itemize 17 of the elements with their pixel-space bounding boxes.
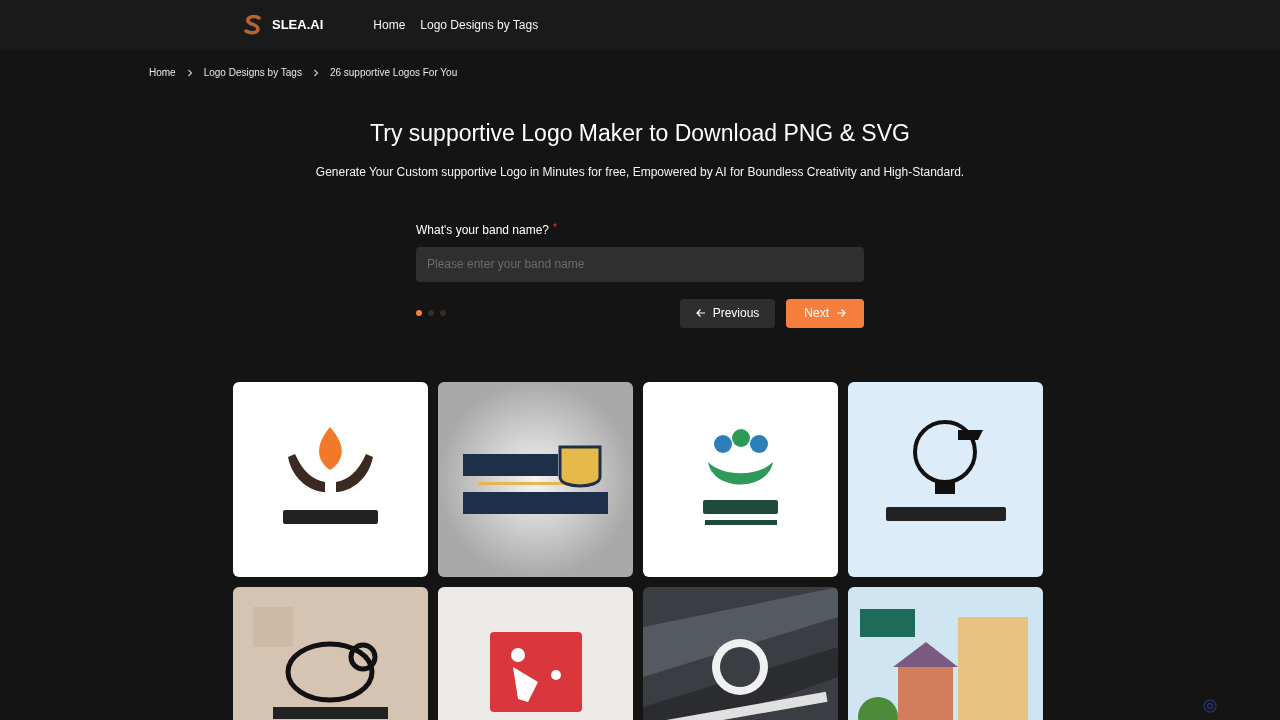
nav-link[interactable]: Logo Designs by Tags xyxy=(420,16,539,34)
nav-link[interactable]: Home xyxy=(373,16,406,34)
field-label: What's your band name? xyxy=(416,221,550,239)
chevron-right-icon xyxy=(186,68,193,77)
chevron-right-icon xyxy=(312,68,319,77)
breadcrumb-link[interactable]: 26 supportive Logos For You xyxy=(329,65,458,80)
breadcrumb-link[interactable]: Home xyxy=(149,65,176,80)
band-name-input[interactable]: Please enter your band name xyxy=(416,246,864,282)
breadcrumb-link[interactable]: Logo Designs by Tags xyxy=(203,65,302,80)
brand-logo-icon[interactable] xyxy=(244,15,262,35)
page-title: Try supportive Logo Maker to Download PNG & SVG xyxy=(369,119,911,148)
arrow-right-icon xyxy=(836,308,846,318)
required-mark: * xyxy=(553,221,557,235)
previous-button[interactable]: Previous xyxy=(679,298,776,328)
page-subtitle: Generate Your Custom supportive Logo in Minutes for free, Empowered by AI for Boundless Creativity and High-Standard. xyxy=(314,163,966,181)
brand-name[interactable]: SLEA.AI xyxy=(272,15,324,35)
arrow-left-icon xyxy=(695,308,706,318)
